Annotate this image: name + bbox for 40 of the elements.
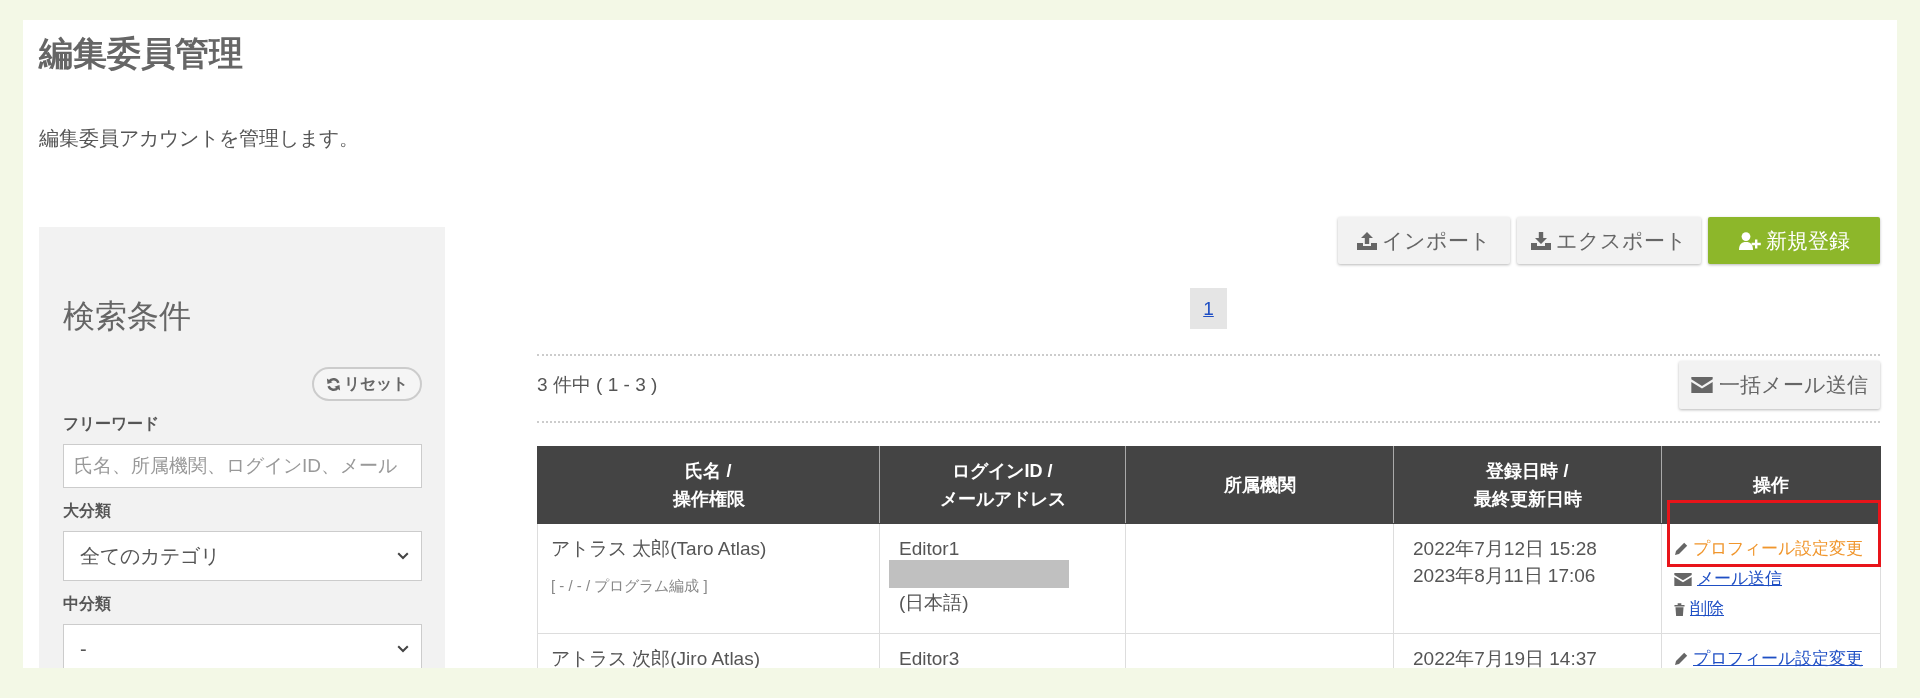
envelope-icon — [1691, 377, 1713, 393]
search-title: 検索条件 — [63, 297, 191, 335]
language-text: (日本語) — [899, 591, 969, 614]
keyword-field[interactable]: 氏名、所属機関、ログインID、メール — [63, 444, 422, 488]
pencil-icon — [1674, 542, 1688, 556]
reset-button[interactable]: リセット — [312, 367, 422, 401]
login-id: Editor1 — [899, 537, 960, 560]
column-header: ログインID / メールアドレス — [879, 446, 1126, 524]
login-id: Editor3 — [899, 647, 960, 668]
column-header: 所属機関 — [1125, 446, 1394, 524]
export-button[interactable]: エクスポート — [1517, 217, 1701, 264]
pencil-icon — [1674, 652, 1688, 666]
page-link[interactable]: 1 — [1190, 288, 1227, 329]
send-mail-link[interactable]: メール送信 — [1674, 568, 1782, 590]
user-plus-icon — [1738, 231, 1761, 250]
column-header: 登録日時 / 最終更新日時 — [1393, 446, 1662, 524]
import-button[interactable]: インポート — [1338, 217, 1510, 264]
result-count: 3 件中 ( 1 - 3 ) — [537, 373, 658, 397]
refresh-icon — [326, 376, 341, 392]
member-name: アトラス 太郎(Taro Atlas) — [551, 537, 767, 560]
download-icon — [1531, 231, 1551, 250]
upload-icon — [1357, 231, 1377, 250]
trash-icon — [1674, 602, 1685, 616]
chevron-down-icon — [397, 645, 409, 653]
envelope-icon — [1674, 572, 1692, 586]
column-header: 氏名 / 操作権限 — [537, 446, 880, 524]
column-header: 操作 — [1661, 446, 1881, 524]
permission-text: [ - / - / プログラム編成 ] — [551, 576, 708, 596]
registered-date: 2022年7月12日 15:28 — [1413, 537, 1597, 561]
bulk-mail-button[interactable]: 一括メール送信 — [1679, 361, 1880, 409]
page-title: 編集委員管理 — [39, 33, 243, 74]
chevron-down-icon — [397, 552, 409, 560]
registered-date: 2022年7月19日 14:37 — [1413, 647, 1597, 668]
page-description: 編集委員アカウントを管理します。 — [39, 126, 359, 150]
updated-date: 2023年8月11日 17:06 — [1413, 564, 1596, 588]
category-select[interactable]: 全てのカテゴリ — [63, 531, 422, 581]
category-select[interactable]: - — [63, 624, 422, 668]
field-label: 中分類 — [63, 594, 111, 614]
field-label: フリーワード — [63, 414, 159, 434]
field-label: 大分類 — [63, 501, 111, 521]
